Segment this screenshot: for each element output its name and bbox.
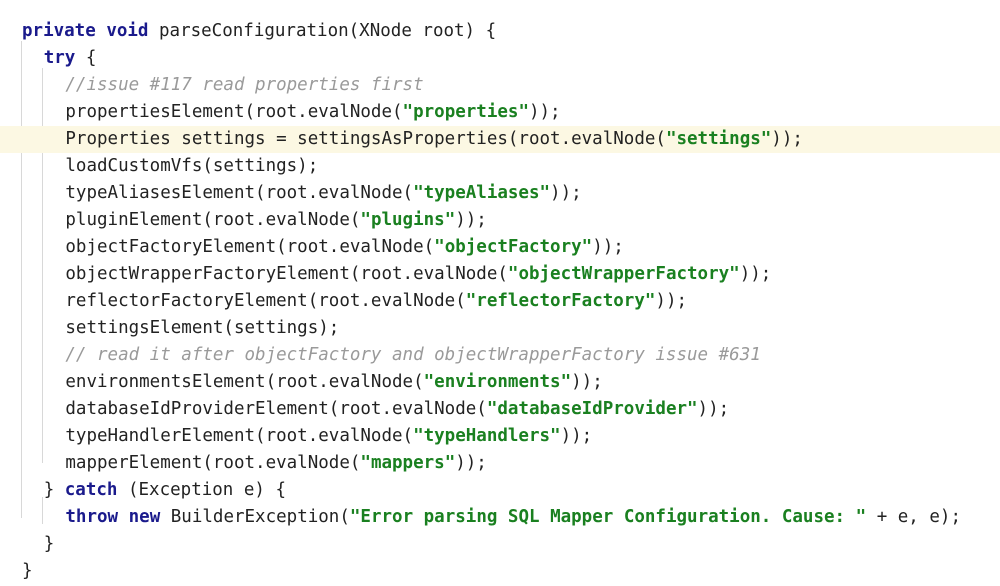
token-plain: ));: [571, 372, 603, 392]
token-string: "plugins": [360, 210, 456, 230]
token-string: "typeHandlers": [413, 426, 561, 446]
code-line[interactable]: propertiesElement(root.evalNode("propert…: [0, 99, 1000, 126]
token-plain: }: [43, 480, 65, 500]
code-line[interactable]: try {: [0, 45, 1000, 72]
code-line-content: typeHandlerElement(root.evalNode("typeHa…: [65, 423, 592, 450]
code-line[interactable]: } catch (Exception e) {: [0, 477, 1000, 504]
token-plain: environmentsElement(root.evalNode(: [65, 372, 424, 392]
token-comment: // read it after objectFactory and objec…: [65, 345, 761, 365]
code-line-content: objectFactoryElement(root.evalNode("obje…: [65, 234, 623, 261]
token-plain: (Exception e) {: [117, 480, 287, 500]
token-keyword: void: [106, 21, 149, 41]
token-string: "databaseIdProvider": [486, 399, 698, 419]
token-keyword: catch: [64, 480, 118, 500]
token-plain: ));: [697, 399, 730, 419]
token-plain: + e, e);: [866, 507, 961, 527]
code-line-content: //issue #117 read properties first: [65, 72, 423, 99]
token-plain: ));: [560, 426, 593, 446]
code-line-content: propertiesElement(root.evalNode("propert…: [65, 99, 560, 126]
token-plain: {: [75, 48, 97, 68]
token-plain: databaseIdProviderElement(root.evalNode(: [65, 399, 487, 419]
token-plain: loadCustomVfs(settings);: [65, 156, 319, 176]
code-line[interactable]: databaseIdProviderElement(root.evalNode(…: [0, 396, 1000, 423]
code-line-content: throw new BuilderException("Error parsin…: [65, 504, 961, 531]
code-line[interactable]: //issue #117 read properties first: [0, 72, 1000, 99]
code-viewer[interactable]: private void parseConfiguration(XNode ro…: [0, 0, 1000, 586]
code-line[interactable]: objectFactoryElement(root.evalNode("obje…: [0, 234, 1000, 261]
code-line-content: typeAliasesElement(root.evalNode("typeAl…: [65, 180, 581, 207]
code-line-content: }: [22, 558, 33, 585]
token-plain: mapperElement(root.evalNode(: [65, 453, 361, 473]
code-line-content: loadCustomVfs(settings);: [65, 153, 318, 180]
token-plain: objectWrapperFactoryElement(root.evalNod…: [65, 264, 508, 284]
code-line[interactable]: typeHandlerElement(root.evalNode("typeHa…: [0, 423, 1000, 450]
token-string: "reflectorFactory": [465, 291, 656, 311]
token-plain: ));: [550, 183, 582, 203]
code-line[interactable]: }: [0, 531, 1000, 558]
code-line-content: try {: [44, 45, 97, 72]
code-line[interactable]: }: [0, 558, 1000, 585]
token-plain: typeAliasesElement(root.evalNode(: [65, 183, 414, 203]
code-line[interactable]: Properties settings = settingsAsProperti…: [0, 126, 1000, 153]
code-line[interactable]: objectWrapperFactoryElement(root.evalNod…: [0, 261, 1000, 288]
token-string: "objectWrapperFactory": [507, 264, 740, 284]
token-plain: ));: [455, 210, 487, 230]
code-line-content: }: [44, 531, 55, 558]
code-line-content: databaseIdProviderElement(root.evalNode(…: [65, 396, 729, 423]
token-string: "typeAliases": [413, 183, 551, 203]
code-line-content: mapperElement(root.evalNode("mappers"));: [65, 450, 486, 477]
code-line-content: environmentsElement(root.evalNode("envir…: [65, 369, 602, 396]
code-line-content: Properties settings = settingsAsProperti…: [65, 126, 803, 153]
code-line[interactable]: pluginElement(root.evalNode("plugins"));: [0, 207, 1000, 234]
code-line-content: pluginElement(root.evalNode("plugins"));: [65, 207, 486, 234]
token-plain: ));: [655, 291, 688, 311]
code-line[interactable]: loadCustomVfs(settings);: [0, 153, 1000, 180]
token-keyword: private: [22, 21, 96, 41]
code-line-content: settingsElement(settings);: [65, 315, 339, 342]
token-keyword: try: [43, 48, 76, 68]
code-lines-container: private void parseConfiguration(XNode ro…: [0, 18, 1000, 585]
token-plain: ));: [528, 102, 561, 122]
token-plain: BuilderException(: [160, 507, 350, 527]
token-keyword: new: [128, 507, 161, 527]
code-line-content: // read it after objectFactory and objec…: [65, 342, 760, 369]
token-plain: objectFactoryElement(root.evalNode(: [65, 237, 435, 257]
token-plain: settingsElement(settings);: [65, 318, 340, 338]
token-string: "Error parsing SQL Mapper Configuration.…: [349, 507, 867, 527]
code-line[interactable]: throw new BuilderException("Error parsin…: [0, 504, 1000, 531]
token-string: "objectFactory": [434, 237, 593, 257]
token-string: "environments": [423, 372, 572, 392]
token-string: "properties": [402, 102, 529, 122]
token-plain: ));: [739, 264, 772, 284]
code-line[interactable]: reflectorFactoryElement(root.evalNode("r…: [0, 288, 1000, 315]
token-plain: }: [22, 561, 33, 581]
code-line[interactable]: mapperElement(root.evalNode("mappers"));: [0, 450, 1000, 477]
token-keyword: throw: [65, 507, 119, 527]
token-plain: ));: [455, 453, 487, 473]
token-string: "mappers": [360, 453, 456, 473]
token-plain: reflectorFactoryElement(root.evalNode(: [65, 291, 466, 311]
code-line-content: private void parseConfiguration(XNode ro…: [22, 18, 496, 45]
code-line[interactable]: typeAliasesElement(root.evalNode("typeAl…: [0, 180, 1000, 207]
code-line-content: } catch (Exception e) {: [44, 477, 286, 504]
token-plain: ));: [771, 129, 803, 149]
token-comment: //issue #117 read properties first: [65, 75, 424, 95]
code-line-content: reflectorFactoryElement(root.evalNode("r…: [65, 288, 687, 315]
token-plain: parseConfiguration(XNode root) {: [148, 21, 497, 41]
code-line-content: objectWrapperFactoryElement(root.evalNod…: [65, 261, 771, 288]
token-string: "settings": [665, 129, 772, 149]
token-plain: propertiesElement(root.evalNode(: [65, 102, 403, 122]
code-line[interactable]: environmentsElement(root.evalNode("envir…: [0, 369, 1000, 396]
code-line[interactable]: // read it after objectFactory and objec…: [0, 342, 1000, 369]
code-line[interactable]: private void parseConfiguration(XNode ro…: [0, 18, 1000, 45]
code-line[interactable]: settingsElement(settings);: [0, 315, 1000, 342]
token-plain: }: [43, 534, 55, 554]
token-plain: pluginElement(root.evalNode(: [65, 210, 361, 230]
token-plain: ));: [592, 237, 624, 257]
token-plain: typeHandlerElement(root.evalNode(: [65, 426, 414, 446]
token-plain: Properties settings = settingsAsProperti…: [65, 129, 666, 149]
